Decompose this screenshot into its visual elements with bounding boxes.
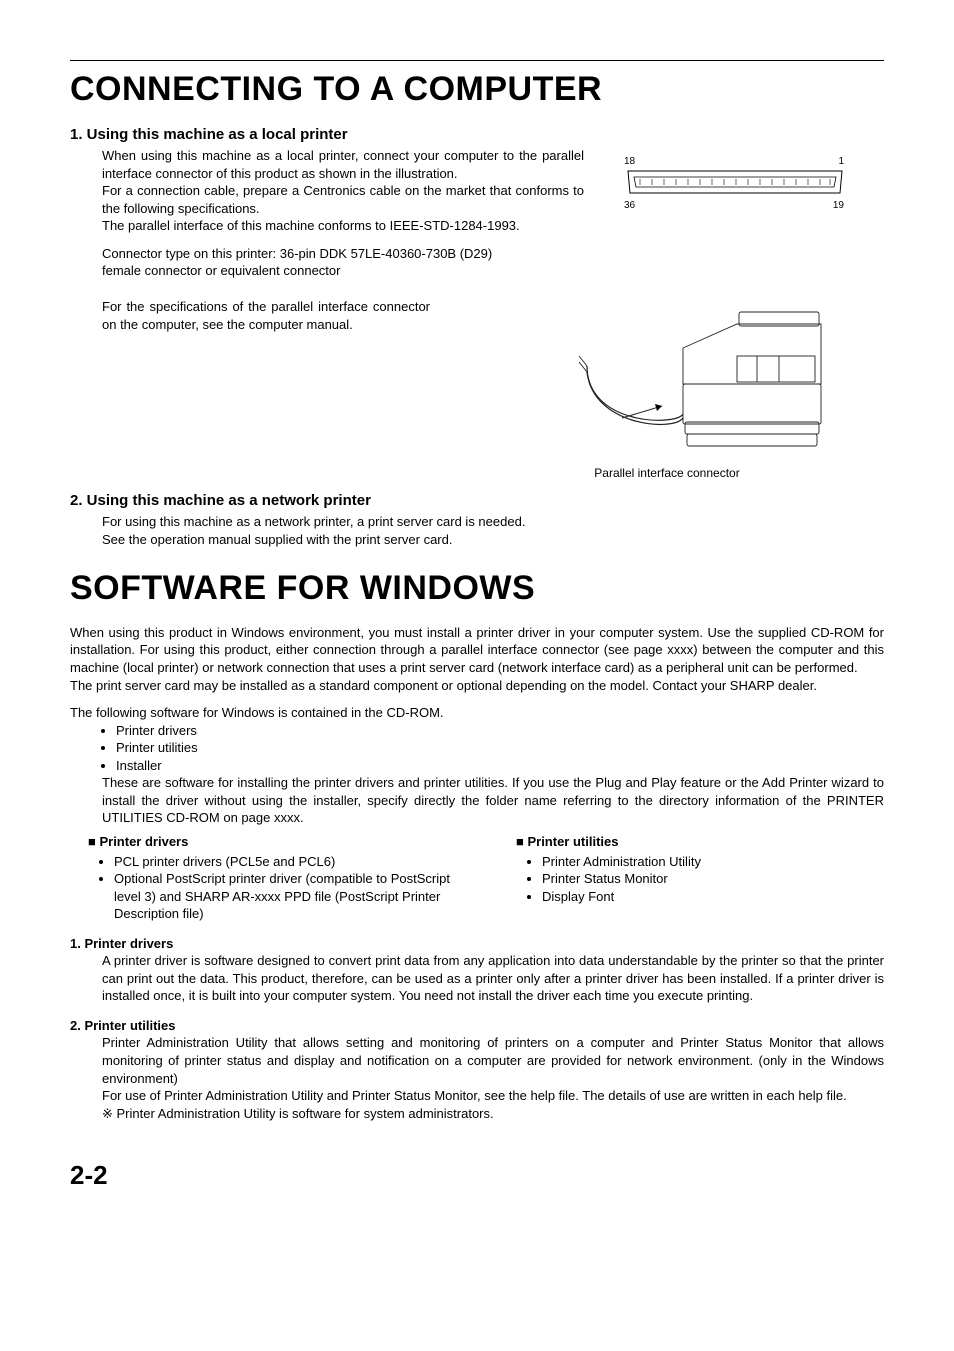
sec2-p2: See the operation manual supplied with t… — [102, 531, 884, 549]
connector-type-line2: female connector or equivalent connector — [102, 262, 584, 280]
col1-list: PCL printer drivers (PCL5e and PCL6) Opt… — [98, 853, 456, 923]
page-number: 2-2 — [70, 1158, 884, 1193]
col2-item-status: Printer Status Monitor — [542, 870, 884, 888]
sec2-p1: For using this machine as a network prin… — [102, 513, 884, 531]
printer-illustration — [450, 306, 884, 461]
connector-type-line1: Connector type on this printer: 36-pin D… — [102, 245, 584, 263]
sw-p1: When using this product in Windows envir… — [70, 624, 884, 677]
sw-list: Printer drivers Printer utilities Instal… — [98, 722, 884, 775]
sub2-p3: ※ Printer Administration Utility is soft… — [102, 1105, 884, 1123]
title-connecting: CONNECTING TO A COMPUTER — [70, 67, 884, 113]
top-rule — [70, 60, 884, 61]
col2-list: Printer Administration Utility Printer S… — [526, 853, 884, 906]
sub1-p: A printer driver is software designed to… — [102, 952, 884, 1005]
installer-note: These are software for installing the pr… — [102, 774, 884, 827]
pin-label-36: 36 — [624, 199, 635, 213]
sub2-p1: Printer Administration Utility that allo… — [102, 1034, 884, 1087]
col1-item-postscript: Optional PostScript printer driver (comp… — [114, 870, 456, 923]
sec1-p3: The parallel interface of this machine c… — [102, 217, 584, 235]
sw-p2: The print server card may be installed a… — [70, 677, 884, 695]
sub2-heading: 2. Printer utilities — [70, 1017, 884, 1035]
sec1-p2: For a connection cable, prepare a Centro… — [102, 182, 584, 217]
connector-pin-diagram: 18 1 36 19 — [604, 155, 884, 213]
printer-caption: Parallel interface connector — [450, 465, 884, 481]
sub1-heading: 1. Printer drivers — [70, 935, 884, 953]
connector-icon — [624, 169, 846, 195]
sw-list-installer: Installer — [116, 757, 884, 775]
col1-head: Printer drivers — [88, 833, 456, 851]
sw-p3: The following software for Windows is co… — [70, 704, 884, 722]
col2-head: Printer utilities — [516, 833, 884, 851]
sec1-p1: When using this machine as a local print… — [102, 147, 584, 182]
pin-label-19: 19 — [833, 199, 844, 213]
col1-item-pcl: PCL printer drivers (PCL5e and PCL6) — [114, 853, 456, 871]
title-software: SOFTWARE FOR WINDOWS — [70, 566, 884, 612]
col2-item-admin: Printer Administration Utility — [542, 853, 884, 871]
sec1-spec-para: For the specifications of the parallel i… — [102, 298, 430, 333]
pin-label-1: 1 — [838, 155, 844, 169]
sw-list-utilities: Printer utilities — [116, 739, 884, 757]
pin-label-18: 18 — [624, 155, 635, 169]
col2-item-font: Display Font — [542, 888, 884, 906]
sec2-heading: 2. Using this machine as a network print… — [70, 491, 884, 511]
sub2-p2: For use of Printer Administration Utilit… — [102, 1087, 884, 1105]
sw-list-drivers: Printer drivers — [116, 722, 884, 740]
sec1-heading: 1. Using this machine as a local printer — [70, 125, 884, 145]
